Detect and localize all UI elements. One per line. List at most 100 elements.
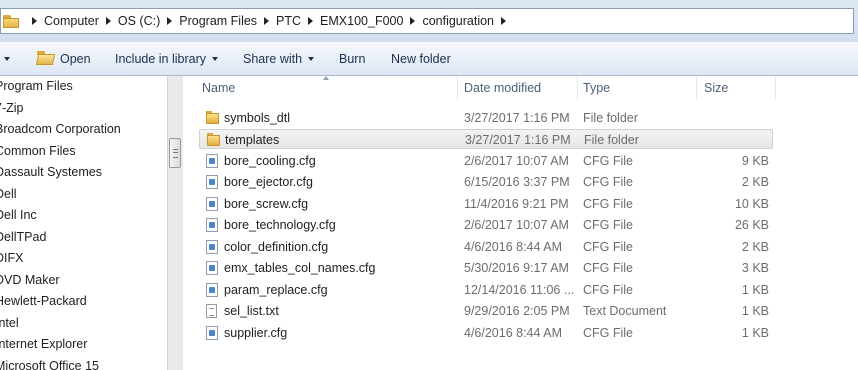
navigation-scrollbar[interactable] [167, 76, 183, 370]
chevron-right-icon[interactable] [32, 17, 37, 25]
file-name: emx_tables_col_names.cfg [224, 261, 376, 275]
cfg-file-icon [206, 282, 218, 297]
file-date-modified: 4/6/2016 8:44 AM [464, 239, 562, 254]
nav-item-intel[interactable]: Intel [0, 313, 19, 334]
file-size: 1 KB [741, 304, 769, 318]
chevron-right-icon[interactable] [264, 17, 270, 25]
burn-button[interactable]: Burn [339, 42, 365, 75]
file-name: bore_ejector.cfg [224, 175, 313, 189]
open-button[interactable]: Open [37, 42, 91, 75]
file-row-templates[interactable]: templates 3/27/2017 1:16 PM File folder [199, 129, 773, 149]
breadcrumb-configuration[interactable]: configuration [422, 14, 494, 28]
nav-item-microsoft-office[interactable]: Microsoft Office 15 [0, 356, 99, 370]
nav-item-common-files[interactable]: Common Files [0, 141, 76, 162]
nav-item-dvd-maker[interactable]: DVD Maker [0, 270, 60, 291]
file-name: color_definition.cfg [224, 239, 329, 254]
nav-item-broadcom[interactable]: Broadcom Corporation [0, 119, 121, 140]
file-type: CFG File [583, 239, 633, 254]
file-row-symbols-dtl[interactable]: symbols_dtl 3/27/2017 1:16 PM File folde… [199, 108, 773, 128]
column-divider[interactable] [577, 76, 578, 100]
file-row-param-replace[interactable]: param_replace.cfg 12/14/2016 11:06 ... C… [199, 280, 773, 300]
chevron-right-icon[interactable] [308, 17, 314, 25]
chevron-right-icon[interactable] [501, 17, 507, 25]
column-header-type[interactable]: Type [583, 76, 610, 100]
breadcrumb-program-files[interactable]: Program Files [179, 14, 257, 28]
file-date-modified: 2/6/2017 10:07 AM [464, 153, 569, 168]
file-date-modified: 9/29/2016 2:05 PM [464, 304, 570, 318]
nav-item-internet-explorer[interactable]: Internet Explorer [0, 334, 87, 355]
file-size [699, 108, 769, 128]
file-type: File folder [584, 133, 639, 147]
nav-item-dell[interactable]: Dell [0, 184, 17, 205]
file-name: templates [225, 133, 280, 147]
file-name: symbols_dtl [224, 110, 290, 125]
file-size: 3 KB [741, 261, 769, 275]
chevron-right-icon[interactable] [167, 17, 173, 25]
include-in-library-label: Include in library [115, 51, 207, 66]
nav-item-dell-inc[interactable]: Dell Inc [0, 205, 37, 226]
nav-item-hewlett-packard[interactable]: Hewlett-Packard [0, 291, 87, 312]
file-name: param_replace.cfg [224, 282, 328, 297]
chevron-right-icon[interactable] [410, 17, 416, 25]
file-name: bore_technology.cfg [224, 218, 336, 232]
folder-icon [206, 133, 220, 147]
file-row-bore-ejector[interactable]: bore_ejector.cfg 6/15/2016 3:37 PM CFG F… [199, 172, 773, 192]
column-header-date-modified[interactable]: Date modified [464, 76, 541, 100]
address-bar[interactable]: Computer OS (C:) Program Files PTC EMX10… [0, 8, 854, 34]
breadcrumb-computer[interactable]: Computer [44, 14, 99, 28]
breadcrumb-ptc[interactable]: PTC [276, 14, 301, 28]
share-with-button[interactable]: Share with [243, 42, 315, 75]
file-row-supplier[interactable]: supplier.cfg 4/6/2016 8:44 AM CFG File 1… [199, 323, 773, 343]
file-list: Name Date modified Type Size symbols_dtl… [183, 76, 858, 370]
file-name: bore_screw.cfg [224, 196, 309, 211]
file-row-bore-technology[interactable]: bore_technology.cfg 2/6/2017 10:07 AM CF… [199, 215, 773, 235]
file-size: 1 KB [741, 325, 769, 340]
file-type: CFG File [583, 282, 633, 297]
chevron-down-icon [212, 56, 219, 61]
breadcrumb-os-drive[interactable]: OS (C:) [118, 14, 160, 28]
file-row-emx-tables-col-names[interactable]: emx_tables_col_names.cfg 5/30/2016 9:17 … [199, 258, 773, 278]
column-header-size[interactable]: Size [704, 76, 728, 100]
nav-item-program-files[interactable]: Program Files [0, 76, 73, 97]
file-row-bore-screw[interactable]: bore_screw.cfg 11/4/2016 9:21 PM CFG Fil… [199, 194, 773, 214]
file-name: bore_cooling.cfg [224, 153, 316, 168]
file-type: CFG File [583, 196, 633, 211]
chevron-down-icon [308, 56, 315, 61]
include-in-library-button[interactable]: Include in library [115, 42, 219, 75]
new-folder-button[interactable]: New folder [391, 42, 451, 75]
open-folder-icon [37, 51, 55, 66]
chevron-down-icon [4, 56, 10, 61]
file-date-modified: 3/27/2017 1:16 PM [464, 110, 570, 125]
cfg-file-icon [206, 261, 218, 275]
cfg-file-icon [206, 153, 218, 168]
column-header-name[interactable]: Name [202, 76, 235, 100]
organize-menu-arrow[interactable] [0, 42, 10, 75]
breadcrumb-emx100[interactable]: EMX100_F000 [320, 14, 403, 28]
file-name: supplier.cfg [224, 325, 288, 340]
file-row-color-definition[interactable]: color_definition.cfg 4/6/2016 8:44 AM CF… [199, 237, 773, 257]
command-toolbar: Open Include in library Share with Burn … [0, 42, 858, 76]
column-divider[interactable] [457, 76, 458, 100]
sort-ascending-icon [323, 76, 329, 80]
column-divider[interactable] [775, 76, 776, 100]
file-type: CFG File [583, 175, 633, 189]
scrollbar-thumb[interactable] [169, 138, 181, 168]
nav-item-7-zip[interactable]: 7-Zip [0, 98, 23, 119]
file-date-modified: 4/6/2016 8:44 AM [464, 325, 562, 340]
file-date-modified: 2/6/2017 10:07 AM [464, 218, 569, 232]
nav-item-difx[interactable]: DIFX [0, 248, 23, 269]
nav-item-delltpad[interactable]: DellTPad [0, 227, 46, 248]
file-size [700, 130, 770, 150]
text-file-icon [206, 304, 217, 318]
column-divider[interactable] [696, 76, 697, 100]
open-label: Open [60, 51, 91, 66]
navigation-pane: Program Files 7-Zip Broadcom Corporation… [0, 76, 167, 370]
burn-label: Burn [339, 51, 366, 66]
chevron-right-icon[interactable] [105, 17, 111, 25]
file-date-modified: 11/4/2016 9:21 PM [464, 196, 569, 211]
nav-item-dassault[interactable]: Dassault Systemes [0, 162, 102, 183]
file-row-bore-cooling[interactable]: bore_cooling.cfg 2/6/2017 10:07 AM CFG F… [199, 151, 773, 171]
file-date-modified: 12/14/2016 11:06 ... [464, 282, 575, 297]
cfg-file-icon [206, 218, 218, 232]
file-row-sel-list[interactable]: sel_list.txt 9/29/2016 2:05 PM Text Docu… [199, 301, 773, 321]
